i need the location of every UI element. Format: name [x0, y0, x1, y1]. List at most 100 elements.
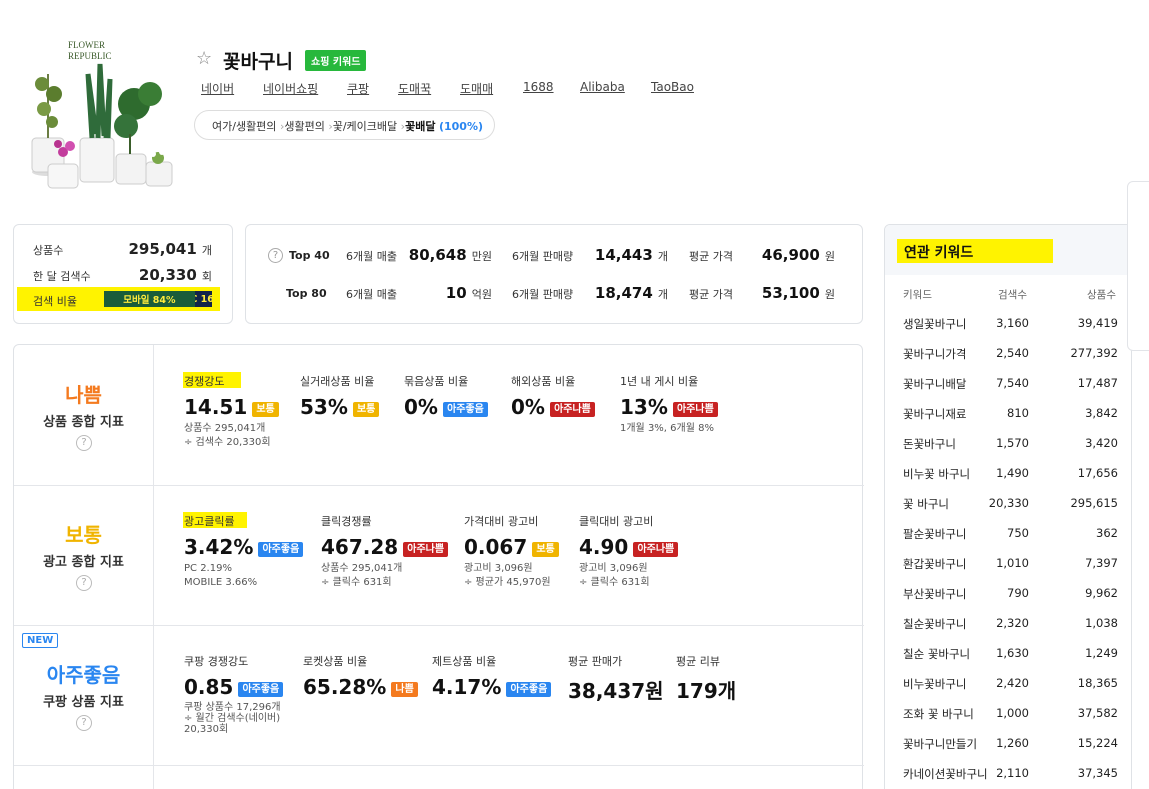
keyword-text: 카네이션꽃바구니 [903, 767, 988, 781]
keyword-text: 비누꽃바구니 [903, 677, 967, 691]
metric-label: 제트상품 비율 [432, 655, 497, 668]
link-1688[interactable]: 1688 [523, 80, 554, 94]
related-keyword-row[interactable]: 생일꽃바구니 3,160 39,419 [885, 308, 1131, 338]
top80-label: Top 80 [286, 287, 327, 300]
monthly-search-unit: 회 [201, 270, 212, 283]
metric-label: 실거래상품 비율 [300, 375, 375, 388]
search-ratio-label: 검색 비율 [33, 295, 77, 308]
related-keyword-row[interactable]: 돈꽃바구니 1,570 3,420 [885, 428, 1131, 458]
keyword-search-count: 1,000 [996, 706, 1029, 720]
grade-badge: 보통 [252, 402, 279, 417]
ad-grade-panel: 보통 광고 종합 지표 ? [14, 485, 153, 625]
metric-competition: 경쟁강도 14.51 보통 상품수 295,041개 ÷ 검색수 20,330회 [183, 372, 279, 450]
metric-value: 4.90 [579, 535, 629, 559]
top80-sales-number: 10 [445, 284, 467, 302]
metric-value: 179개 [676, 679, 737, 703]
coupang-grade: 아주좋음 [46, 663, 121, 687]
keyword-product-count: 18,365 [1077, 676, 1118, 690]
metric-value: 4.17% [432, 675, 502, 699]
top40-label: Top 40 [289, 249, 330, 262]
related-keyword-row[interactable]: 카네이션꽃바구니 2,110 37,345 [885, 758, 1131, 788]
metric-coupang-competition: 쿠팡 경쟁강도 0.85 아주좋음 쿠팡 상품수 17,296개 ÷ 월간 검색… [184, 653, 284, 735]
metric-note: 상품수 295,041개 [321, 563, 403, 574]
help-icon[interactable]: ? [76, 715, 92, 731]
top80-price-number: 53,100 [761, 284, 820, 302]
link-alibaba[interactable]: Alibaba [580, 80, 625, 94]
top40-qty-number: 14,443 [594, 246, 653, 264]
keyword-search-count: 1,260 [996, 736, 1029, 750]
pc-ratio-bar: PC 16% [194, 291, 212, 307]
related-keyword-row[interactable]: 비누꽃 바구니 1,490 17,656 [885, 458, 1131, 488]
related-keyword-row[interactable]: 팔순꽃바구니 750 362 [885, 518, 1131, 548]
related-keyword-row[interactable]: 칠순 꽃바구니 1,630 1,249 [885, 638, 1131, 668]
help-icon[interactable]: ? [76, 435, 92, 451]
top40-qty-value: 14,443 개 [595, 245, 668, 264]
keyword-search-count: 1,010 [996, 556, 1029, 570]
metric-label: 광고클릭률 [184, 515, 235, 528]
keyword-product-count: 37,345 [1077, 766, 1118, 780]
svg-text:FLOWER: FLOWER [68, 40, 105, 50]
link-naver[interactable]: 네이버 [201, 80, 234, 97]
metric-rocket-ratio: 로켓상품 비율 65.28% 나쁨 [303, 653, 418, 699]
metric-note: 광고비 3,096원 [464, 563, 533, 574]
grade-badge: 아주나쁨 [672, 402, 718, 417]
related-keyword-row[interactable]: 꽃바구니재료 810 3,842 [885, 398, 1131, 428]
keyword-search-count: 2,420 [996, 676, 1029, 690]
mobile-ratio-text: 모바일 84% [123, 295, 176, 306]
breadcrumb-item-current: 꽃배달 [405, 120, 436, 133]
related-keyword-row[interactable]: 꽃바구니배달 7,540 17,487 [885, 368, 1131, 398]
metric-note: 광고비 3,096원 [579, 563, 648, 574]
related-keyword-row[interactable]: 조화 꽃 바구니 1,000 37,582 [885, 698, 1131, 728]
keyword-text: 꽃바구니재료 [903, 407, 967, 421]
keyword-search-count: 20,330 [988, 496, 1029, 510]
keyword-search-count: 2,540 [996, 346, 1029, 360]
related-keyword-row[interactable]: 칠순꽃바구니 2,320 1,038 [885, 608, 1131, 638]
related-keyword-row[interactable]: 꽃바구니만들기 1,260 15,224 [885, 728, 1131, 758]
keyword-text: 환갑꽃바구니 [903, 557, 967, 571]
metric-label: 경쟁강도 [184, 375, 225, 388]
related-keyword-row[interactable]: 환갑꽃바구니 1,010 7,397 [885, 548, 1131, 578]
help-icon[interactable]: ? [268, 248, 283, 263]
link-naver-shopping[interactable]: 네이버쇼핑 [263, 80, 318, 97]
metric-value: 53% [300, 395, 348, 419]
link-domeme[interactable]: 도매매 [460, 80, 493, 97]
keyword-text: 조화 꽃 바구니 [903, 707, 974, 721]
grade-badge: 아주좋음 [506, 682, 552, 697]
metric-recent-post-ratio: 1년 내 게시 비율 13% 아주나쁨 1개월 3%, 6개월 8% [620, 373, 718, 436]
link-coupang[interactable]: 쿠팡 [347, 80, 369, 97]
grade-badge: 나쁨 [391, 682, 418, 697]
related-keyword-row[interactable]: 꽃 바구니 20,330 295,615 [885, 488, 1131, 518]
search-ratio-bar: 모바일 84% PC 16% [104, 291, 212, 307]
metric-value: 65.28% [303, 675, 387, 699]
top40-sales-label: 6개월 매출 [346, 250, 397, 263]
keyword-product-count: 7,397 [1085, 556, 1118, 570]
keyword-product-count: 3,420 [1085, 436, 1118, 450]
metric-value: 0.85 [184, 675, 234, 699]
metric-value: 14.51 [184, 395, 248, 419]
metric-label: 쿠팡 경쟁강도 [184, 655, 249, 668]
products-unit: 개 [201, 244, 212, 257]
grade-badge: 보통 [532, 542, 559, 557]
metric-value: 3.42% [184, 535, 254, 559]
col-header-keyword: 키워드 [903, 289, 932, 301]
indicators-card: 나쁨 상품 종합 지표 ? 경쟁강도 14.51 보통 상품수 295,041개… [13, 344, 864, 789]
monthly-search-label: 한 달 검색수 [33, 270, 91, 283]
related-keyword-row[interactable]: 비누꽃바구니 2,420 18,365 [885, 668, 1131, 698]
products-number: 295,041 [128, 240, 197, 258]
link-domeggook[interactable]: 도매꾹 [398, 80, 431, 97]
products-value: 295,041 개 [128, 239, 212, 258]
side-floating-panel[interactable] [1127, 181, 1149, 351]
keyword-search-count: 3,160 [996, 316, 1029, 330]
favorite-star-icon[interactable]: ☆ [196, 48, 212, 69]
grade-badge: 보통 [352, 402, 380, 417]
related-keyword-row[interactable]: 부산꽃바구니 790 9,962 [885, 578, 1131, 608]
related-title: 연관 키워드 [904, 245, 974, 261]
keyword-text: 칠순 꽃바구니 [903, 647, 971, 661]
ad-metrics: 광고클릭률 3.42% 아주좋음 PC 2.19% MOBILE 3.66% 클… [154, 485, 864, 625]
related-keyword-row[interactable]: 꽃바구니가격 2,540 277,392 [885, 338, 1131, 368]
top80-qty-label: 6개월 판매량 [512, 288, 574, 301]
coupang-metrics: 쿠팡 경쟁강도 0.85 아주좋음 쿠팡 상품수 17,296개 ÷ 월간 검색… [154, 625, 864, 765]
link-taobao[interactable]: TaoBao [651, 80, 694, 94]
help-icon[interactable]: ? [76, 575, 92, 591]
metric-note: PC 2.19% [184, 563, 232, 574]
